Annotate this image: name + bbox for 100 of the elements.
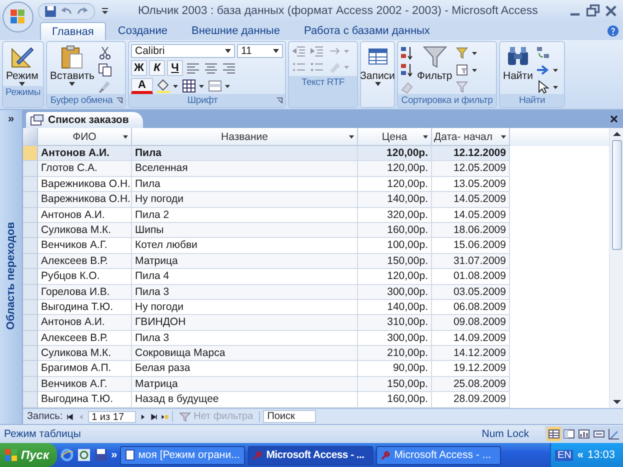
record-label: Запись: [27, 411, 63, 422]
datasheet-view-icon[interactable] [547, 427, 561, 441]
ribbon-tab[interactable]: Создание [106, 22, 180, 40]
dialog-launcher-icon[interactable] [116, 97, 123, 104]
table-cell: 310,00р. [358, 315, 432, 331]
ribbon-tab[interactable]: Внешние данные [180, 22, 292, 40]
select-all-cell[interactable] [23, 128, 38, 146]
table-cell: 120,00р. [358, 161, 432, 177]
table-cell: 120,00р. [358, 146, 432, 162]
copy-icon[interactable] [98, 63, 112, 77]
decrease-indent-icon[interactable] [291, 44, 307, 58]
next-record-icon[interactable] [138, 412, 147, 420]
start-button[interactable]: Пуск [0, 443, 58, 467]
search-field[interactable]: Поиск [263, 410, 316, 423]
browser-icon[interactable] [60, 448, 74, 462]
table-cell: 12.05.2009 [432, 161, 510, 177]
scroll-up-icon[interactable] [612, 131, 620, 137]
help-icon[interactable] [607, 25, 619, 37]
windows-flag-icon [4, 448, 18, 462]
ribbon-tab[interactable]: Работа с базами данных [292, 22, 442, 40]
table-cell: 140,00р. [358, 192, 432, 208]
align-right-icon[interactable] [221, 61, 237, 75]
table-cell: Сокровища Марса [132, 346, 358, 362]
table-cell: Шипы [132, 222, 358, 238]
last-record-icon[interactable] [150, 412, 158, 420]
document-tab-label: Список заказов [48, 114, 129, 126]
table-cell: 150,00р. [358, 376, 432, 392]
advanced-filter-icon[interactable] [455, 63, 480, 77]
sort-descending-icon[interactable] [400, 63, 414, 77]
record-position-field[interactable]: 1 из 17 [88, 410, 136, 422]
num-lock-indicator: Num Lock [482, 428, 529, 440]
save-icon[interactable] [44, 4, 57, 18]
table-cell: Пила 3 [132, 284, 358, 300]
font-size-field[interactable]: 11 [237, 44, 283, 58]
taskbar-button[interactable]: моя [Режим ограни... [120, 446, 246, 464]
language-indicator[interactable]: EN [555, 450, 574, 460]
bold-button[interactable]: Ж [131, 60, 147, 76]
group-label: Сортировка и фильтр [398, 94, 496, 107]
caret-icon [123, 135, 128, 139]
first-record-icon[interactable] [66, 412, 74, 420]
customize-dropdown-icon[interactable] [101, 7, 109, 15]
table-cell: Антонов А.И. [38, 146, 132, 162]
table-cell: 03.05.2009 [432, 284, 510, 300]
numbered-list-icon[interactable] [309, 60, 325, 74]
filter-label: Нет фильтра [194, 411, 254, 422]
dialog-launcher-icon[interactable] [276, 97, 283, 104]
key-icon [252, 449, 264, 461]
fill-color-icon[interactable] [155, 79, 179, 93]
caret-icon [349, 135, 354, 139]
scroll-down-icon[interactable] [612, 399, 620, 405]
table-cell: 14.05.2009 [432, 192, 510, 208]
close-icon[interactable] [603, 3, 619, 19]
table-cell: Суликова М.К. [38, 222, 132, 238]
increase-indent-icon[interactable] [309, 44, 325, 58]
table-cell: Матрица [132, 254, 358, 270]
scroll-thumb[interactable] [612, 140, 622, 250]
filter-button[interactable]: Фильтр [416, 44, 454, 82]
cursor-icon[interactable] [536, 80, 560, 94]
new-record-icon[interactable] [160, 412, 169, 420]
font-field[interactable]: Calibri [131, 44, 235, 58]
key-icon [380, 449, 392, 461]
document-tab[interactable]: Список заказов [26, 112, 143, 128]
table-cell: 150,00р. [358, 254, 432, 270]
window-title: Юльчик 2003 : база данных (формат Access 2002 - 2003) - Microsoft Access [137, 5, 539, 17]
font-color-button[interactable]: A [131, 78, 153, 94]
close-icon[interactable] [609, 114, 619, 124]
italic-button[interactable]: К [149, 60, 165, 76]
find-button[interactable]: Найти [502, 44, 534, 82]
paste-button[interactable]: Вставить [49, 44, 96, 86]
table-cell: 14.12.2009 [432, 346, 510, 362]
vertical-scrollbar[interactable] [609, 128, 623, 408]
overflow-toggle[interactable]: » [111, 449, 118, 461]
table-cell: 18.06.2009 [432, 222, 510, 238]
row-color-icon[interactable] [207, 79, 231, 93]
replace-icon[interactable] [536, 46, 550, 60]
gridlines-icon[interactable] [181, 79, 205, 93]
table-cell: 210,00р. [358, 346, 432, 362]
sort-ascending-icon[interactable] [400, 46, 414, 60]
ribbon-tab[interactable]: Главная [40, 22, 106, 40]
selection-filter-icon[interactable] [455, 46, 480, 60]
underline-button[interactable]: Ч [167, 60, 183, 76]
align-center-icon[interactable] [203, 61, 219, 75]
expand-toggle[interactable]: » [8, 110, 14, 128]
table-cell: Ну погоди [132, 192, 358, 208]
go-to-arrow-icon[interactable] [536, 63, 560, 77]
table-cell: 31.07.2009 [432, 254, 510, 270]
navigation-pane[interactable]: » Область переходов [0, 110, 23, 424]
table-cell: 25.08.2009 [432, 376, 510, 392]
table-cell: Горелова И.В. [38, 284, 132, 300]
bulleted-list-icon[interactable] [291, 60, 307, 74]
align-left-icon[interactable] [185, 61, 201, 75]
taskbar-button[interactable]: Microsoft Access - ... [376, 446, 502, 464]
scissors-icon[interactable] [98, 46, 112, 60]
mode-button[interactable]: Режим [5, 44, 40, 86]
table-cell: Вселенная [132, 161, 358, 177]
table-cell: Венчиков А.Г. [38, 376, 132, 392]
taskbar-button[interactable]: Microsoft Access - ... [248, 446, 374, 464]
save-icon[interactable] [94, 448, 108, 462]
table-cell: 09.08.2009 [432, 315, 510, 331]
restore-icon[interactable] [585, 3, 601, 19]
